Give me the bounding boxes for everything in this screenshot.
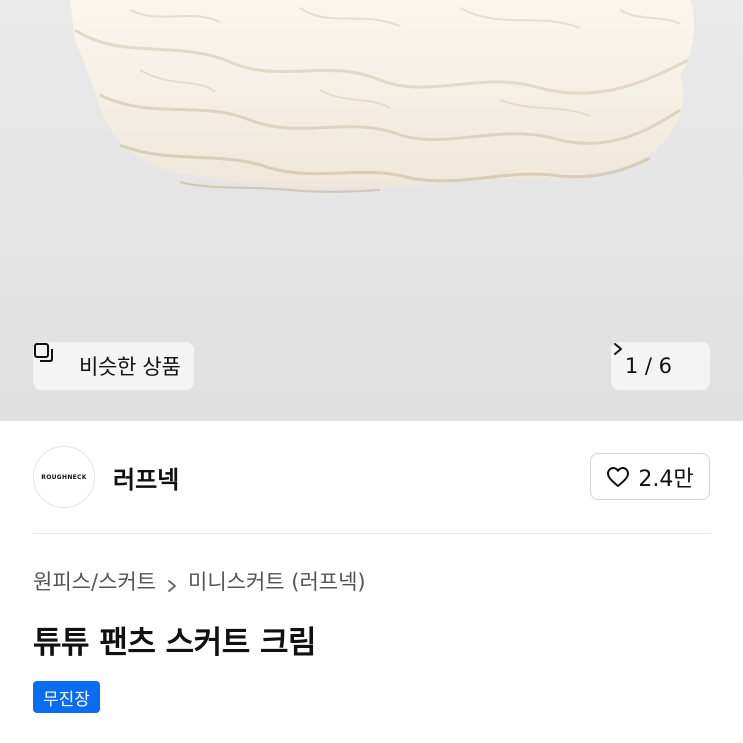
brand-name[interactable]: 러프넥 <box>113 460 179 495</box>
copy-icon <box>34 343 69 377</box>
product-image-carousel[interactable]: 비슷한 상품 1 / 6 <box>0 0 743 421</box>
breadcrumb: 원피스/스커트 미니스커트 (러프넥) <box>33 566 366 596</box>
chevron-right-icon <box>166 574 178 592</box>
page-indicator-text: 1 / 6 <box>624 354 672 378</box>
like-button[interactable]: 2.4만 <box>590 453 710 500</box>
like-count: 2.4만 <box>638 466 694 492</box>
divider <box>33 533 711 534</box>
heart-icon <box>606 466 630 488</box>
breadcrumb-item-subcategory[interactable]: 미니스커트 (러프넥) <box>188 566 366 596</box>
chevron-right-icon <box>613 343 696 373</box>
similar-products-button[interactable]: 비슷한 상품 <box>33 342 195 390</box>
similar-products-label: 비슷한 상품 <box>79 355 181 379</box>
brand-logo-text: ROUGHNECK <box>41 473 87 481</box>
product-title: 튜튜 팬츠 스커트 크림 <box>33 625 317 661</box>
brand-logo[interactable]: ROUGHNECK <box>33 446 95 508</box>
image-page-indicator[interactable]: 1 / 6 <box>610 342 710 390</box>
breadcrumb-item-category[interactable]: 원피스/스커트 <box>33 566 156 596</box>
promo-badge: 무진장 <box>33 681 100 713</box>
